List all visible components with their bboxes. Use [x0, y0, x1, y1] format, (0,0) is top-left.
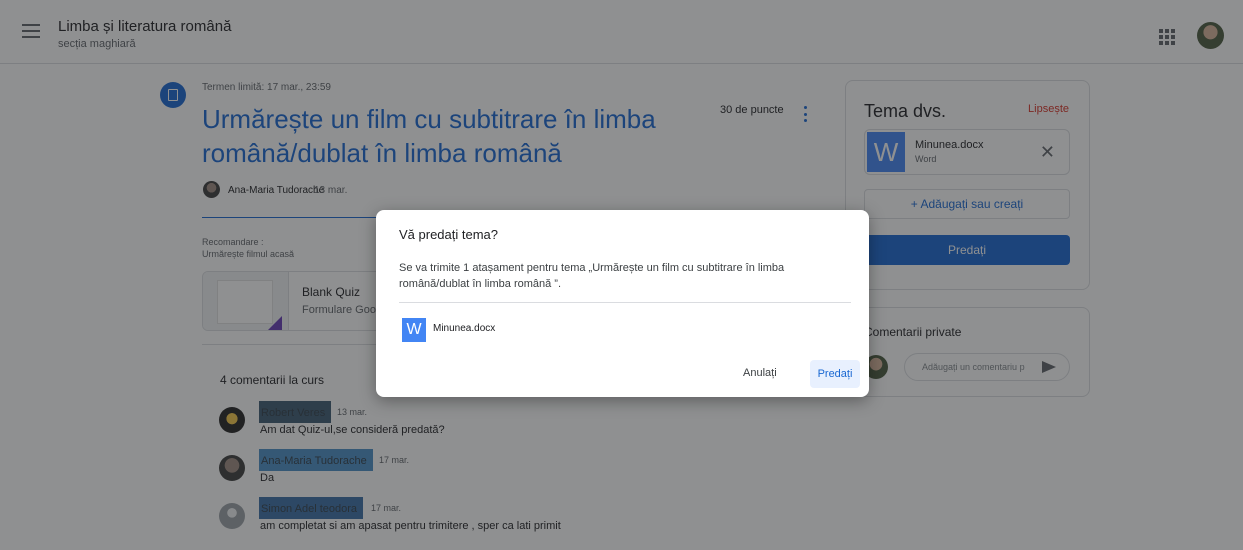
word-file-icon: W	[402, 318, 426, 342]
divider	[399, 302, 851, 303]
dialog-title: Vă predați tema?	[399, 227, 499, 242]
dialog-file-name[interactable]: Minunea.docx	[433, 323, 495, 334]
dialog-body: Se va trimite 1 atașament pentru tema „U…	[399, 262, 785, 290]
submit-confirmation-dialog: Vă predați tema? Se va trimite 1 atașame…	[376, 210, 869, 397]
confirm-submit-button[interactable]: Predați	[810, 360, 860, 388]
cancel-button[interactable]: Anulați	[743, 367, 777, 379]
